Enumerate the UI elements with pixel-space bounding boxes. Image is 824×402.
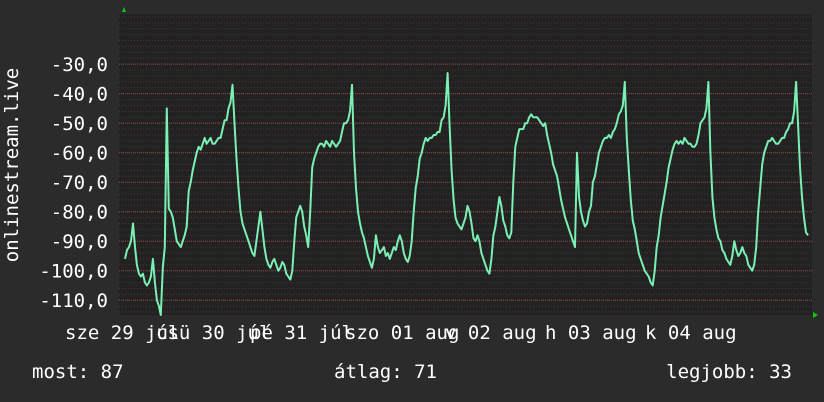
y-tick-label: -50,0: [51, 113, 108, 135]
y-tick-label: -90,0: [51, 231, 108, 253]
stat-best: legjobb: 33: [666, 361, 792, 383]
line-chart: -30,0 -40,0 -50,0 -60,0 -70,0 -80,0 -90,0 -100,…: [1, 7, 818, 344]
y-tick-label: -100,0: [39, 261, 108, 283]
y-tick-label: -30,0: [51, 54, 108, 76]
y-axis-label: onlinestream.live: [1, 68, 23, 262]
stat-average: átlag: 71: [334, 361, 437, 383]
y-tick-label: -60,0: [51, 143, 108, 165]
y-tick-label: -70,0: [51, 172, 108, 194]
y-tick-label: -40,0: [51, 84, 108, 106]
x-tick-label: pé 31 júl: [250, 322, 353, 344]
x-tick-label: szo 01 aug: [345, 322, 459, 344]
chart-panel: -30,0 -40,0 -50,0 -60,0 -70,0 -80,0 -90,0 -100,…: [0, 0, 824, 402]
x-axis-arrow: [813, 312, 818, 318]
x-tick-label: h 03 aug: [545, 322, 637, 344]
plot-area: [119, 14, 812, 315]
y-axis-arrow: [122, 7, 126, 12]
stat-current: most: 87: [32, 361, 124, 383]
x-tick-label: v 02 aug: [445, 322, 537, 344]
x-tick-label: k 04 aug: [645, 322, 737, 344]
y-tick-label: -110,0: [39, 290, 108, 312]
y-tick-label: -80,0: [51, 202, 108, 224]
